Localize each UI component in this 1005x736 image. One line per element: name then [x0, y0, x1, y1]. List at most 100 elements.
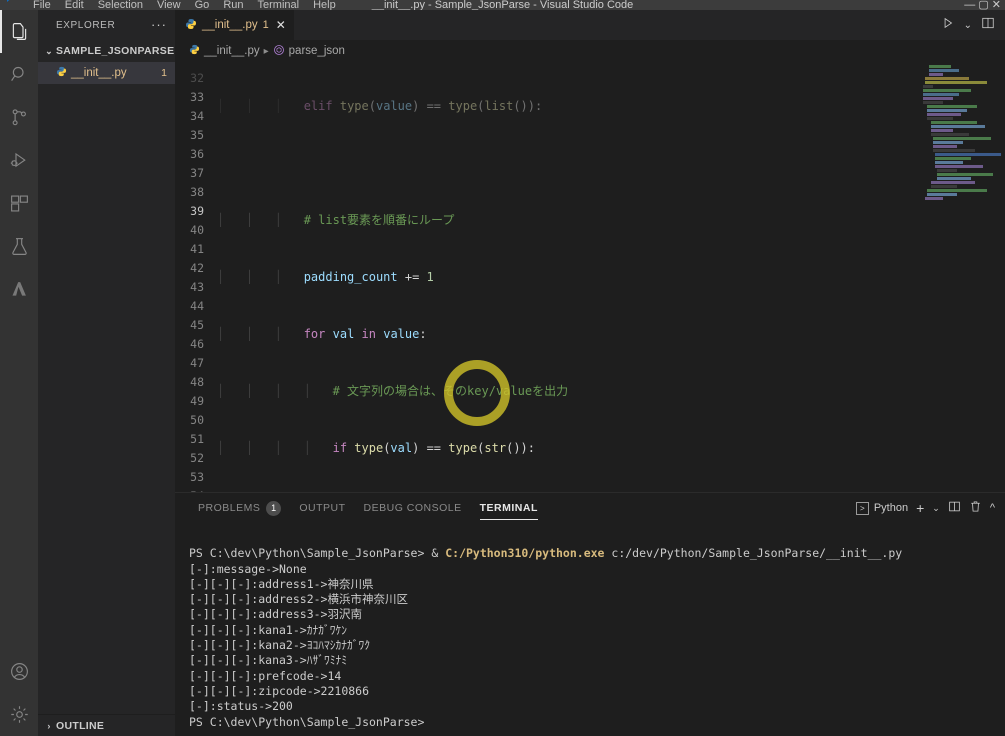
source-control-icon — [12, 109, 26, 126]
breadcrumb-separator: ▸ — [263, 45, 269, 57]
python-file-icon — [185, 18, 197, 33]
explorer-sidebar: EXPLORER ··· ⌄ SAMPLE_JSONPARSE __init__… — [38, 10, 175, 736]
tab-output[interactable]: OUTPUT — [290, 493, 354, 523]
terminal-line: [-][-][-]:kana3->ﾊｻﾞﾜﾐﾅﾐ — [189, 653, 347, 668]
line-number: 36 — [190, 147, 204, 161]
line-number: 48 — [190, 375, 204, 389]
panel-tab-label: TERMINAL — [479, 502, 538, 514]
terminal-line: [-][-][-]:address1->神奈川県 — [189, 576, 374, 591]
tab-problems[interactable]: PROBLEMS 1 — [189, 493, 290, 523]
line-number: 54 — [175, 487, 204, 492]
code-line: │ │ │ # list要素を順番にループ — [217, 213, 455, 227]
python-glyph — [189, 44, 200, 55]
terminal-exe-path: C:/Python310/python.exe — [445, 546, 605, 561]
tab-problem-badge: 1 — [262, 19, 269, 31]
menu-item-run[interactable]: Run — [216, 0, 250, 10]
menu-item-terminal[interactable]: Terminal — [251, 0, 307, 10]
line-number: 37 — [190, 166, 204, 180]
method-glyph — [273, 44, 284, 55]
menu-item-help[interactable]: Help — [306, 0, 343, 10]
panel-tab-label: OUTPUT — [299, 502, 346, 514]
accounts-button[interactable] — [0, 650, 38, 693]
sidebar-item-run-and-debug[interactable] — [0, 139, 38, 182]
chevron-down-icon[interactable]: ⌄ — [964, 20, 972, 31]
menu-item-selection[interactable]: Selection — [91, 0, 150, 10]
menu-item-file[interactable]: File — [26, 0, 58, 10]
tab-label: __init__.py — [202, 19, 258, 31]
code-content[interactable]: │ │ │ elif type(value) == type(list()): … — [217, 62, 1005, 492]
split-glyph — [982, 17, 994, 28]
panel-actions: > Python + ⌄ ^ — [855, 500, 1005, 516]
tab-terminal[interactable]: TERMINAL — [471, 493, 547, 523]
line-number: 47 — [190, 356, 204, 370]
terminal-line: [-][-][-]:zipcode->2210866 — [189, 683, 370, 698]
code-editor[interactable]: 32 33 34 35 36 37 38 39 40 41 42 43 44 4… — [175, 62, 1005, 492]
panel-tab-label: PROBLEMS — [198, 502, 261, 514]
terminal-line: [-]:message->None — [189, 561, 307, 576]
tab-debug-console[interactable]: DEBUG CONSOLE — [355, 493, 471, 523]
python-file-icon — [189, 44, 200, 58]
shell-name: Python — [873, 502, 909, 514]
sidebar-item-testing[interactable] — [0, 225, 38, 268]
outline-section-header[interactable]: › OUTLINE — [38, 714, 175, 736]
breadcrumb[interactable]: __init__.py ▸ parse_json — [175, 40, 1005, 62]
line-number: 40 — [190, 223, 204, 237]
line-number: 45 — [190, 318, 204, 332]
sidebar-item-azure[interactable] — [0, 268, 38, 311]
run-debug-icon — [10, 152, 26, 168]
terminal-output[interactable]: PS C:\dev\Python\Sample_JsonParse> & C:/… — [175, 523, 1005, 736]
line-number-current: 39 — [190, 204, 204, 218]
split-editor-icon[interactable] — [981, 16, 995, 35]
split-terminal-icon[interactable] — [948, 500, 961, 516]
code-line: │ │ │ │ if type(val) == type(str()): — [217, 441, 536, 455]
menu-bar[interactable]: File Edit Selection View Go Run Terminal… — [0, 0, 1005, 10]
editor-actions: ⌄ — [941, 10, 1005, 40]
terminal-shell-selector[interactable]: > Python — [855, 501, 909, 515]
line-number: 50 — [190, 413, 204, 427]
trash-glyph — [970, 501, 980, 512]
editor-scrollbar[interactable] — [991, 62, 1005, 492]
breadcrumb-file[interactable]: __init__.py — [204, 45, 260, 57]
python-glyph — [186, 18, 196, 29]
manage-settings-button[interactable] — [0, 693, 38, 736]
files-icon — [12, 23, 26, 40]
file-name: __init__.py — [71, 67, 127, 79]
close-icon[interactable]: ✕ — [276, 19, 286, 31]
menu-item-edit[interactable]: Edit — [58, 0, 91, 10]
terminal-final-prompt: PS C:\dev\Python\Sample_JsonParse> — [189, 714, 425, 729]
line-number: 35 — [190, 128, 204, 142]
line-number: 44 — [190, 299, 204, 313]
menu-item-view[interactable]: View — [150, 0, 188, 10]
more-actions-icon[interactable]: ··· — [151, 18, 167, 31]
vscode-window: File Edit Selection View Go Run Terminal… — [0, 0, 1005, 736]
sidebar-item-extensions[interactable] — [0, 182, 38, 225]
code-line: │ │ │ for val in value: — [217, 327, 427, 341]
problems-count-badge: 1 — [266, 500, 282, 516]
menu-item-go[interactable]: Go — [188, 0, 217, 10]
split-glyph — [949, 501, 960, 512]
code-line: │ │ │ padding_count += 1 — [217, 270, 434, 284]
explorer-empty-space — [38, 84, 175, 714]
terminal-amp: & — [431, 546, 439, 561]
line-number: 52 — [190, 451, 204, 465]
tab-init-py[interactable]: __init__.py 1 ✕ — [175, 10, 295, 40]
terminal-line: [-][-][-]:address2->横浜市神奈川区 — [189, 592, 408, 607]
chevron-down-icon[interactable]: ⌄ — [932, 503, 940, 514]
terminal-prompt: PS C:\dev\Python\Sample_JsonParse> — [189, 546, 425, 561]
explorer-file-item[interactable]: __init__.py 1 — [38, 62, 175, 84]
sidebar-item-explorer[interactable] — [0, 10, 38, 53]
new-terminal-button[interactable]: + — [916, 500, 924, 516]
breadcrumb-symbol[interactable]: parse_json — [289, 45, 345, 57]
sidebar-item-search[interactable] — [0, 53, 38, 96]
chevron-up-icon[interactable]: ^ — [990, 502, 995, 514]
window-controls[interactable]: — ▢ ✕ — [964, 0, 1001, 10]
outline-label: OUTLINE — [56, 719, 105, 732]
symbol-method-icon — [273, 44, 285, 59]
azure-icon — [12, 282, 26, 296]
sidebar-title: EXPLORER — [56, 19, 116, 31]
sidebar-item-source-control[interactable] — [0, 96, 38, 139]
run-play-icon[interactable] — [941, 16, 955, 35]
trash-icon[interactable] — [969, 500, 982, 516]
folder-root-row[interactable]: ⌄ SAMPLE_JSONPARSE — [38, 40, 175, 62]
